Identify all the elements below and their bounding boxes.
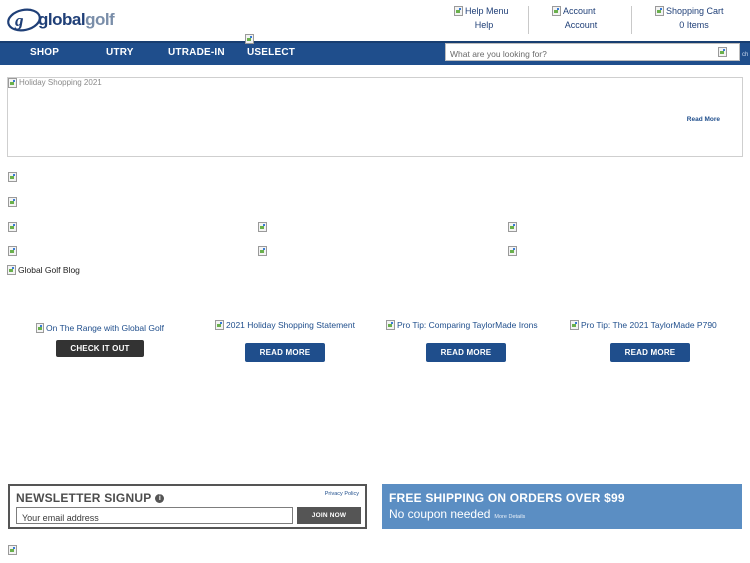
blog-post-caption[interactable]: Pro Tip: Comparing TaylorMade Irons (386, 320, 546, 330)
search-bar (445, 43, 740, 62)
help-icon (454, 6, 463, 16)
cart-label: Shopping Cart (666, 6, 724, 16)
email-field[interactable] (17, 510, 292, 526)
search-input[interactable] (446, 46, 701, 62)
promo-image-icon[interactable] (8, 246, 17, 256)
nav-shop[interactable]: SHOP (30, 47, 59, 58)
newsletter-title: NEWSLETTER SIGNUP i (16, 491, 165, 505)
hero-image: Holiday Shopping 2021 (8, 78, 102, 88)
newsletter-signup: NEWSLETTER SIGNUPi Privacy Policy JOIN N… (8, 484, 367, 529)
blog-post: On The Range with Global Golf CHECK IT O… (36, 323, 164, 357)
help-label: Help (474, 20, 494, 30)
read-more-button[interactable]: READ MORE (425, 343, 507, 362)
search-button-overflow: ch (742, 52, 749, 58)
hero-banner[interactable]: Holiday Shopping 2021 Read More (7, 77, 743, 157)
promo-image-icon[interactable] (258, 246, 267, 256)
blog-post-caption[interactable]: 2021 Holiday Shopping Statement (215, 320, 355, 330)
logo-swoosh-icon: g (7, 8, 41, 32)
free-shipping-banner[interactable]: FREE SHIPPING ON ORDERS OVER $99 No coup… (382, 484, 742, 529)
shipping-subline: No coupon needed More Details (389, 507, 526, 521)
blog-logo-icon (7, 265, 16, 275)
search-icon[interactable] (718, 47, 727, 57)
post-image-icon (36, 323, 45, 333)
blog-post: Pro Tip: The 2021 TaylorMade P790 READ M… (570, 320, 730, 362)
nav-utry[interactable]: UTRY (106, 47, 134, 58)
promo-image-icon[interactable] (8, 222, 17, 232)
account-menu-label: Account (563, 6, 596, 16)
privacy-policy-link[interactable]: Privacy Policy (325, 491, 359, 497)
read-more-button[interactable]: READ MORE (244, 343, 326, 362)
cart-icon (655, 6, 664, 16)
email-field-wrapper (16, 507, 293, 526)
promo-image-icon[interactable] (508, 246, 517, 256)
footer-image-icon (8, 545, 17, 555)
promo-image-icon[interactable] (508, 222, 517, 232)
post-image-icon (570, 320, 579, 330)
more-details-link[interactable]: More Details (494, 514, 525, 520)
svg-text:g: g (14, 11, 24, 30)
divider (631, 6, 632, 34)
promo-image-icon[interactable] (8, 197, 17, 207)
account-icon (552, 6, 561, 16)
shopping-cart[interactable]: Shopping Cart 0 Items (655, 6, 733, 30)
cart-count: 0 Items (679, 20, 709, 30)
logo-wordmark: globalgolf (38, 10, 115, 29)
blog-post-caption[interactable]: Pro Tip: The 2021 TaylorMade P790 (570, 320, 730, 330)
promo-image-icon[interactable] (8, 172, 17, 182)
blog-post-caption[interactable]: On The Range with Global Golf (36, 323, 164, 333)
nav-utrade-in[interactable]: UTRADE-IN (168, 47, 225, 58)
broken-image-icon (8, 78, 17, 88)
blog-post: 2021 Holiday Shopping Statement READ MOR… (215, 320, 355, 362)
help-menu-label: Help Menu (465, 6, 509, 16)
help-menu[interactable]: Help Menu Help (454, 6, 514, 30)
nav-image-icon (245, 34, 254, 44)
globalgolf-logo[interactable]: g globalgolf (6, 6, 115, 34)
info-icon[interactable]: i (155, 493, 165, 503)
post-image-icon (215, 320, 224, 330)
blog-title: Global Golf Blog (7, 265, 80, 275)
read-more-button[interactable]: READ MORE (609, 343, 691, 362)
check-it-out-button[interactable]: CHECK IT OUT (56, 340, 144, 357)
hero-read-more-link[interactable]: Read More (687, 116, 720, 123)
post-image-icon (386, 320, 395, 330)
blog-post: Pro Tip: Comparing TaylorMade Irons READ… (386, 320, 546, 362)
nav-uselect[interactable]: USELECT (247, 47, 295, 58)
promo-image-icon[interactable] (258, 222, 267, 232)
account-label: Account (564, 20, 598, 30)
shipping-headline: FREE SHIPPING ON ORDERS OVER $99 (389, 491, 625, 505)
join-now-button[interactable]: JOIN NOW (297, 507, 361, 524)
divider (528, 6, 529, 34)
account-menu[interactable]: Account Account (552, 6, 610, 30)
